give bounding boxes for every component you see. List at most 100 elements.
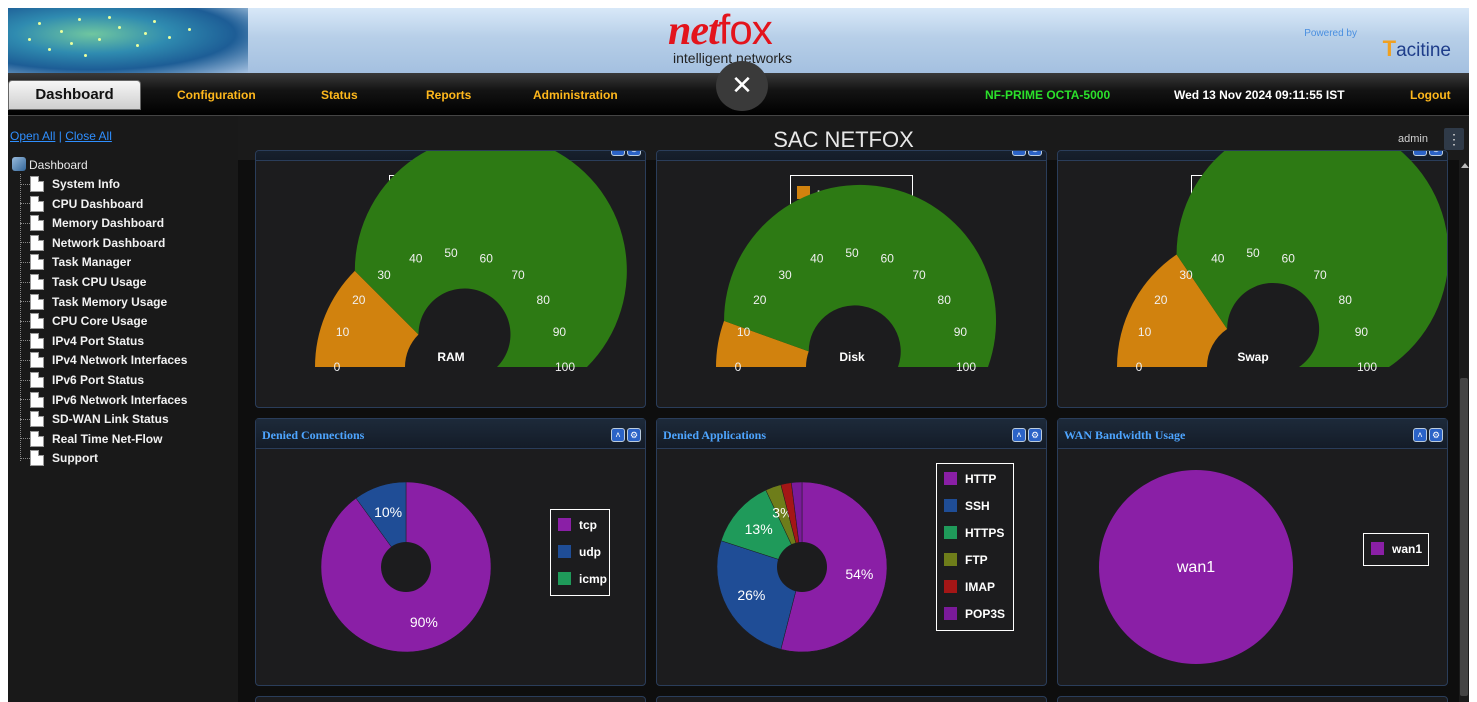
sidebar-item-network-dashboard[interactable]: Network Dashboard (20, 234, 165, 254)
legend-item-pop3s[interactable]: POP3S (937, 601, 1013, 628)
pie-data-label: 90% (410, 614, 438, 630)
tree-branch-line (20, 320, 30, 322)
legend-item-wan1[interactable]: wan1 (1364, 536, 1428, 563)
menu-status[interactable]: Status (321, 88, 358, 102)
user-name: admin (1398, 133, 1428, 145)
panel-partial-bottom (656, 696, 1047, 702)
datetime-display: Wed 13 Nov 2024 09:11:55 IST (1174, 88, 1345, 102)
tree-root-label: Dashboard (29, 158, 88, 172)
legend-item-icmp[interactable]: icmp (551, 566, 609, 593)
tree-branch-line (20, 281, 30, 283)
sidebar-item-real-time-net-flow[interactable]: Real Time Net-Flow (20, 430, 163, 450)
tree-branch-line (20, 418, 30, 420)
legend-label: icmp (579, 572, 608, 586)
legend-item-imap[interactable]: IMAP (937, 574, 1013, 601)
sidebar-item-label: System Info (52, 177, 121, 191)
sidebar-item-label: IPv6 Network Interfaces (52, 392, 188, 407)
panel-partial-bottom (1057, 696, 1448, 702)
more-options-icon[interactable]: ⋮ (1444, 128, 1464, 150)
legend-swatch (944, 499, 957, 512)
gauge-tick-label: 90 (553, 325, 567, 339)
tree-branch-line (20, 438, 30, 440)
gauge-tick-label: 0 (334, 360, 341, 374)
chart-legend: HTTP SSH HTTPS FTP IMAP POP3S (936, 463, 1014, 631)
tree-branch-line (20, 399, 30, 401)
sidebar-item-sd-wan-link-status[interactable]: SD-WAN Link Status (20, 411, 169, 430)
legend-item-https[interactable]: HTTPS (937, 520, 1013, 547)
gauge-tick-label: 40 (1211, 252, 1225, 266)
gauge-tick-label: 50 (845, 246, 859, 260)
document-icon (30, 372, 44, 388)
gauge-tick-label: 100 (1357, 360, 1377, 374)
legend-label: POP3S (965, 607, 1006, 621)
scroll-thumb[interactable] (1460, 378, 1468, 696)
legend-item-http[interactable]: HTTP (937, 466, 1013, 493)
gauge-tick-label: 20 (1154, 293, 1168, 307)
sidebar-item-label: CPU Core Usage (52, 314, 148, 329)
document-icon (30, 411, 44, 428)
sidebar-item-task-manager[interactable]: Task Manager (20, 254, 131, 273)
tree-branch-line (20, 340, 30, 342)
sidebar-item-ipv4-network-interfaces[interactable]: IPv4 Network Interfaces (20, 352, 187, 371)
gauge-center-label: Disk (839, 350, 865, 364)
sidebar-item-ipv4-port-status[interactable]: IPv4 Port Status (20, 332, 144, 352)
document-icon (30, 313, 44, 330)
gauge-tick-label: 20 (352, 293, 366, 307)
gauge-tick-label: 10 (1138, 325, 1152, 339)
sidebar-item-cpu-core-usage[interactable]: CPU Core Usage (20, 313, 147, 332)
tree-controls-separator: | (58, 129, 62, 143)
sidebar-item-cpu-dashboard[interactable]: CPU Dashboard (20, 195, 143, 215)
gauge-tick-label: 70 (511, 268, 525, 282)
sidebar-item-label: Support (52, 451, 98, 466)
tree-branch-line (20, 242, 30, 244)
legend-item-tcp[interactable]: tcp (551, 512, 609, 539)
tree-controls: Open All | Close All (10, 129, 112, 143)
legend-item-udp[interactable]: udp (551, 539, 609, 566)
chart-panel-denied-connections: Denied Connections ˄ ⚙ 90% 10% tcp udp icmp (255, 418, 646, 686)
sidebar-item-ipv6-port-status[interactable]: IPv6 Port Status (20, 372, 144, 391)
chart-legend: wan1 (1363, 533, 1429, 566)
close-icon: ✕ (731, 70, 753, 100)
menu-reports[interactable]: Reports (426, 88, 471, 102)
legend-item-ssh[interactable]: SSH (937, 493, 1013, 520)
sidebar-item-ipv6-network-interfaces[interactable]: IPv6 Network Interfaces (20, 391, 188, 411)
close-overlay-button[interactable]: ✕ (716, 61, 768, 111)
chart-panel-wan-bandwidth-usage: WAN Bandwidth Usage ˄ ⚙ wan1 wan1 (1057, 418, 1448, 686)
gauge-tick-label: 60 (480, 252, 494, 266)
logout-link[interactable]: Logout (1410, 88, 1451, 102)
sidebar-item-label: Real Time Net-Flow (52, 431, 163, 446)
gauge-center-label: RAM (437, 350, 464, 364)
gauge-tick-label: 10 (737, 325, 751, 339)
legend-swatch (944, 472, 957, 485)
legend-swatch (944, 607, 957, 620)
open-all-link[interactable]: Open All (10, 129, 55, 143)
legend-item-ftp[interactable]: FTP (937, 547, 1013, 574)
menu-administration[interactable]: Administration (533, 88, 618, 102)
gauge-tick-label: 50 (1246, 246, 1260, 260)
tab-dashboard[interactable]: Dashboard (8, 80, 141, 110)
sidebar-item-memory-dashboard[interactable]: Memory Dashboard (20, 215, 164, 234)
gauge-tick-label: 90 (954, 325, 968, 339)
tree-root-dashboard[interactable]: Dashboard (12, 157, 88, 172)
legend-swatch (558, 572, 571, 585)
sidebar-item-support[interactable]: Support (20, 450, 98, 469)
content-scrollbar[interactable] (1459, 160, 1469, 702)
sidebar-item-label: Task CPU Usage (52, 275, 147, 289)
sidebar-item-task-memory-usage[interactable]: Task Memory Usage (20, 293, 167, 313)
tree-branch-line (20, 183, 30, 185)
close-all-link[interactable]: Close All (65, 129, 112, 143)
gauge-tick-label: 80 (537, 293, 551, 307)
netfox-logo: netfox intelligent networks (668, 8, 828, 66)
legend-swatch (944, 526, 957, 539)
sidebar-item-system-info[interactable]: System Info (20, 176, 120, 195)
gauge-panel-ram: ˄⚙usedfree0102030405060708090100RAM (255, 150, 646, 408)
sidebar-item-task-cpu-usage[interactable]: Task CPU Usage (20, 274, 146, 293)
brand-main-text: net (668, 8, 720, 54)
gauge-chart: 0 10 20 30 40 50 60 70 80 90 100 RAM (315, 151, 627, 374)
pie-data-label: 54% (845, 566, 873, 582)
document-icon (30, 234, 44, 251)
menu-configuration[interactable]: Configuration (177, 88, 256, 102)
tree-branch-line (20, 359, 30, 361)
scroll-up-arrow-icon[interactable] (1461, 163, 1469, 168)
gauge-tick-label: 90 (1355, 325, 1369, 339)
